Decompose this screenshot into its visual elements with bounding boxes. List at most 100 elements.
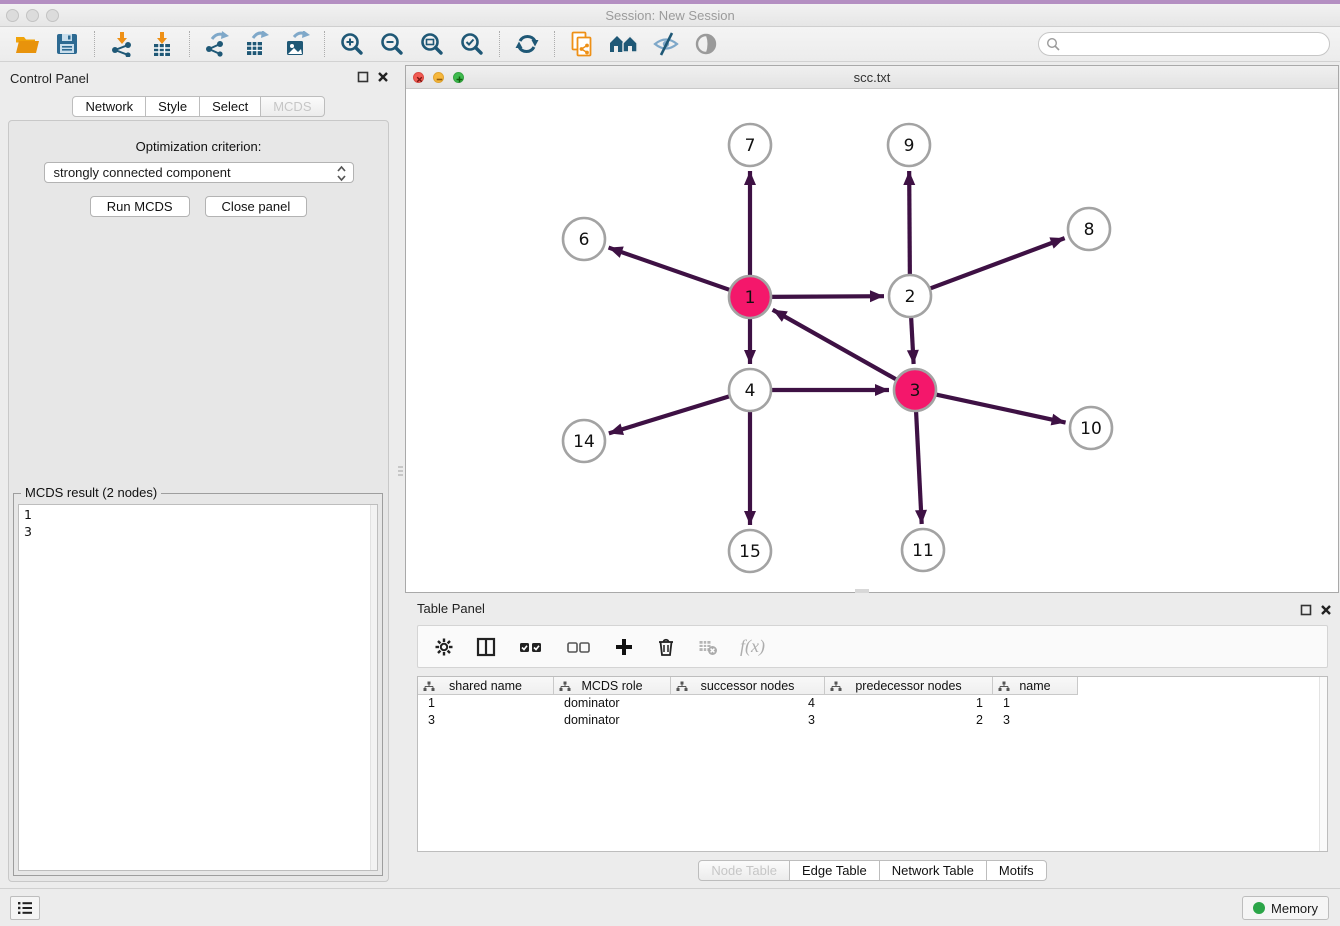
graph-edge-2-9[interactable] [909, 171, 910, 278]
attribute-tree-icon [559, 681, 571, 695]
tab-node-table[interactable]: Node Table [698, 860, 790, 881]
main-toolbar [0, 27, 1340, 62]
graph-edge-3-11[interactable] [916, 408, 922, 524]
attribute-tree-icon [423, 681, 435, 695]
network-graph: 1234678910111415 [406, 89, 1338, 592]
status-bar: Memory [0, 888, 1340, 926]
criterion-select[interactable]: strongly connected component [44, 162, 354, 183]
search-input[interactable] [1038, 32, 1330, 56]
graph-edge-1-2[interactable] [768, 296, 884, 297]
table-options-gear-icon[interactable] [434, 637, 454, 657]
task-history-button[interactable] [10, 896, 40, 920]
criterion-value: strongly connected component [54, 165, 231, 180]
tab-style[interactable]: Style [146, 96, 200, 117]
add-column-icon[interactable] [614, 637, 634, 657]
table-cell[interactable]: 1 [993, 695, 1078, 712]
mcds-result-box: MCDS result (2 nodes) 1 3 [13, 493, 383, 876]
table-cell[interactable]: dominator [554, 712, 671, 729]
select-all-checkboxes-icon[interactable] [518, 637, 544, 657]
network-canvas[interactable]: 1234678910111415 [406, 89, 1338, 592]
refresh-view-icon[interactable] [514, 31, 540, 57]
attribute-tree-icon [676, 681, 688, 695]
mcds-result-area[interactable]: 1 3 [18, 504, 378, 871]
open-file-icon[interactable] [14, 31, 40, 57]
table-cell[interactable]: 4 [671, 695, 825, 712]
tab-edge-table[interactable]: Edge Table [790, 860, 880, 881]
column-header-successor-nodes[interactable]: successor nodes [671, 677, 825, 695]
table-tabs: Node Table Edge Table Network Table Moti… [405, 860, 1340, 881]
zoom-selected-icon[interactable] [459, 31, 485, 57]
window-title: Session: New Session [0, 8, 1340, 23]
table-header-row: shared name MCDS role successor nodes pr… [418, 677, 1327, 695]
unselect-all-checkboxes-icon[interactable] [566, 637, 592, 657]
import-table-icon[interactable] [149, 31, 175, 57]
table-cell[interactable]: 3 [418, 712, 554, 729]
table-cell[interactable]: 3 [993, 712, 1078, 729]
graph-node-label: 4 [745, 381, 756, 401]
table-cell[interactable]: dominator [554, 695, 671, 712]
column-header-predecessor-nodes[interactable]: predecessor nodes [825, 677, 993, 695]
show-home-networks-icon[interactable] [609, 31, 639, 57]
column-header-shared-name[interactable]: shared name [418, 677, 554, 695]
select-stepper-icon [336, 165, 347, 187]
export-table-icon[interactable] [244, 31, 270, 57]
close-panel-button[interactable]: Close panel [205, 196, 308, 217]
table-cell[interactable]: 1 [418, 695, 554, 712]
zoom-in-icon[interactable] [339, 31, 365, 57]
column-header-name[interactable]: name [993, 677, 1078, 695]
table-row[interactable]: 1dominator411 [418, 695, 1327, 712]
graph-node-label: 1 [745, 288, 756, 308]
import-network-icon[interactable] [109, 31, 135, 57]
network-view-title: scc.txt [406, 70, 1338, 85]
duplicate-network-icon[interactable] [569, 31, 595, 57]
vertical-splitter-grip[interactable] [398, 466, 403, 480]
graph-node-label: 8 [1084, 220, 1095, 240]
result-scrollbar[interactable] [370, 505, 377, 870]
graph-edge-2-8[interactable] [927, 238, 1065, 290]
close-panel-icon[interactable] [377, 71, 389, 83]
delete-column-trash-icon[interactable] [656, 637, 676, 657]
export-image-icon[interactable] [284, 31, 310, 57]
tab-select[interactable]: Select [200, 96, 261, 117]
control-panel-title: Control Panel [10, 71, 89, 86]
tab-motifs[interactable]: Motifs [987, 860, 1047, 881]
apply-function-icon[interactable]: f(x) [740, 636, 765, 657]
save-session-icon[interactable] [54, 31, 80, 57]
tab-network-table[interactable]: Network Table [880, 860, 987, 881]
zoom-out-icon[interactable] [379, 31, 405, 57]
graph-edge-2-3[interactable] [911, 314, 914, 364]
horizontal-splitter-grip[interactable] [855, 589, 869, 593]
graph-edge-3-10[interactable] [933, 394, 1066, 423]
column-header-mcds-role[interactable]: MCDS role [554, 677, 671, 695]
export-network-icon[interactable] [204, 31, 230, 57]
delete-table-icon[interactable] [698, 637, 718, 657]
mcds-result-text: 1 3 [19, 505, 377, 541]
tab-mcds[interactable]: MCDS [261, 96, 324, 117]
graph-edge-1-6[interactable] [609, 248, 733, 291]
tab-network[interactable]: Network [72, 96, 146, 117]
float-table-panel-icon[interactable] [1300, 604, 1312, 616]
app-titlebar: Session: New Session [0, 4, 1340, 27]
run-mcds-button[interactable]: Run MCDS [90, 196, 190, 217]
close-table-panel-icon[interactable] [1320, 604, 1332, 616]
table-cell[interactable]: 3 [671, 712, 825, 729]
memory-button[interactable]: Memory [1242, 896, 1329, 920]
table-toolbar: f(x) [417, 625, 1328, 668]
graph-node-label: 9 [904, 136, 915, 156]
table-cell[interactable]: 1 [825, 695, 993, 712]
attribute-tree-icon [830, 681, 842, 695]
graph-edge-4-14[interactable] [609, 395, 733, 433]
show-column-icon[interactable] [476, 637, 496, 657]
table-panel-title: Table Panel [417, 601, 485, 616]
float-panel-icon[interactable] [357, 71, 369, 83]
graph-node-label: 10 [1080, 419, 1102, 439]
table-cell[interactable]: 2 [825, 712, 993, 729]
zoom-fit-content-icon[interactable] [419, 31, 445, 57]
graph-edge-3-1[interactable] [773, 310, 900, 381]
graph-node-label: 11 [912, 541, 934, 561]
preview-eye-icon[interactable] [693, 31, 719, 57]
hide-panel-eye-icon[interactable] [653, 31, 679, 57]
table-scrollbar[interactable] [1319, 677, 1327, 851]
mcds-result-title: MCDS result (2 nodes) [21, 485, 161, 500]
table-row[interactable]: 3dominator323 [418, 712, 1327, 729]
